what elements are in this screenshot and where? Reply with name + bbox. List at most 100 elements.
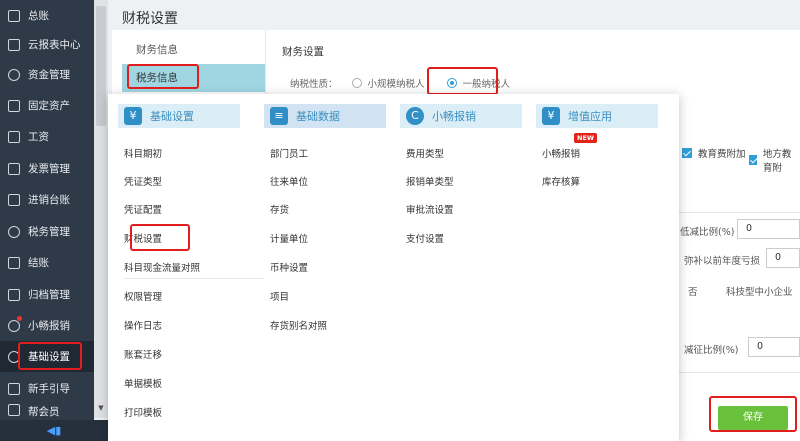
notification-dot — [17, 316, 22, 321]
menu-item-print-template[interactable]: 打印模板 — [124, 405, 162, 419]
asset-icon — [8, 99, 20, 112]
collapse-sidebar-button[interactable]: ◀▮ — [0, 420, 108, 441]
menu-item-inventory-accounting[interactable]: 库存核算 — [542, 174, 580, 188]
check-label: 地方教育附 — [762, 149, 792, 174]
check-education-surcharge[interactable]: 教育费附加 — [682, 146, 746, 160]
subnav-finance-info[interactable]: 财务信息 — [122, 36, 265, 64]
menu-item-document-template[interactable]: 单据模板 — [124, 376, 162, 390]
menu-column-title: 增值应用 — [568, 110, 612, 123]
sidebar-item-reimburse[interactable]: 小畅报销 — [0, 310, 94, 341]
member-icon — [8, 404, 20, 416]
menu-item-voucher-config[interactable]: 凭证配置 — [124, 202, 162, 216]
menu-column-header: ¥ 增值应用 — [536, 104, 658, 128]
menu-column-reimburse: C 小畅报销 费用类型 报销单类型 审批流设置 支付设置 — [400, 104, 522, 245]
sidebar-item-ledger[interactable]: 总账 — [0, 0, 94, 31]
sidebar-item-label: 工资 — [28, 131, 49, 143]
menu-item-project[interactable]: 项目 — [270, 289, 289, 303]
menu-item-approval-flow[interactable]: 审批流设置 — [406, 202, 454, 216]
sidebar-item-fund[interactable]: 资金管理 — [0, 59, 94, 90]
menu-item-units[interactable]: 计量单位 — [270, 231, 308, 245]
sidebar-item-label: 资金管理 — [28, 69, 70, 81]
menu-item-voucher-type[interactable]: 凭证类型 — [124, 174, 162, 188]
archive-icon — [8, 288, 20, 301]
menu-item-reimburse-type[interactable]: 报销单类型 — [406, 174, 454, 188]
check-local-education[interactable]: 地方教育附 — [749, 146, 800, 174]
menu-column-title: 基础数据 — [296, 110, 340, 123]
sidebar-item-label: 固定资产 — [28, 100, 70, 112]
menu-column-title: 基础设置 — [150, 110, 194, 123]
menu-item-stock[interactable]: 存货 — [270, 202, 289, 216]
highlight-tax-info — [127, 64, 199, 89]
sidebar-item-invoice[interactable]: 发票管理 — [0, 153, 94, 184]
divider — [679, 212, 800, 213]
reduce-ratio-label: 低减比例(%) — [680, 227, 735, 238]
menu-item-subject-opening[interactable]: 科目期初 — [124, 146, 162, 160]
deduct-ratio-input[interactable]: 0 — [748, 337, 800, 357]
sidebar-item-fixed-assets[interactable]: 固定资产 — [0, 90, 94, 121]
sidebar-item-archive[interactable]: 归档管理 — [0, 279, 94, 310]
money-icon — [8, 68, 20, 81]
sidebar-item-guide[interactable]: 新手引导 — [0, 373, 94, 404]
sidebar-item-label: 税务管理 — [28, 226, 70, 238]
loss-input[interactable]: 0 — [766, 248, 800, 268]
menu-divider — [124, 278, 264, 279]
sidebar: 总账 云报表中心 资金管理 固定资产 工资 发票管理 进销台账 税务管理 结账 … — [0, 0, 94, 441]
sidebar-item-label: 新手引导 — [28, 383, 70, 395]
reimburse-brand-icon: C — [406, 107, 424, 125]
ledger-icon — [8, 9, 20, 22]
invoice-icon — [8, 162, 20, 175]
section-title: 财务设置 — [282, 46, 324, 58]
radio-small-scale[interactable] — [351, 78, 362, 88]
sidebar-item-member[interactable]: 帮会员 — [0, 404, 94, 420]
highlight-tax-settings-item — [130, 224, 190, 251]
sidebar-item-close-books[interactable]: 结账 — [0, 247, 94, 278]
menu-item-expense-type[interactable]: 费用类型 — [406, 146, 444, 160]
menu-item-account-migration[interactable]: 账套迁移 — [124, 347, 162, 361]
sidebar-item-tax[interactable]: 税务管理 — [0, 216, 94, 247]
highlight-save-button — [709, 396, 797, 432]
guide-icon — [8, 382, 20, 395]
menu-item-payment-settings[interactable]: 支付设置 — [406, 231, 444, 245]
sidebar-item-label: 总账 — [28, 10, 49, 22]
menu-item-cashflow-mapping[interactable]: 科目现金流量对照 — [124, 260, 200, 274]
menu-column-header: ≡ 基础数据 — [264, 104, 386, 128]
sidebar-item-label: 帮会员 — [28, 406, 60, 418]
value-added-icon: ¥ — [542, 107, 560, 125]
divider — [679, 372, 800, 373]
taxpayer-label: 纳税性质： — [290, 79, 338, 90]
menu-column-basic-settings: ¥ 基础设置 科目期初 凭证类型 凭证配置 财税设置 科目现金流量对照 权限管理 … — [118, 104, 264, 419]
check-label: 教育费附加 — [698, 149, 746, 160]
close-books-icon — [8, 256, 20, 269]
deduct-ratio-label: 减征比例(%) — [684, 345, 739, 356]
menu-column-header: C 小畅报销 — [400, 104, 522, 128]
menu-item-partners[interactable]: 往来单位 — [270, 174, 308, 188]
highlight-general-taxpayer — [427, 67, 498, 95]
menu-column-title: 小畅报销 — [432, 110, 476, 123]
sidebar-item-label: 归档管理 — [28, 289, 70, 301]
page-title: 财税设置 — [122, 11, 178, 27]
scroll-down-arrow-icon[interactable]: ▼ — [96, 404, 106, 414]
menu-item-operation-log[interactable]: 操作日志 — [124, 318, 162, 332]
sidebar-scroll-thumb[interactable] — [96, 6, 106, 126]
sidebar-item-inventory[interactable]: 进销台账 — [0, 184, 94, 215]
menu-column-basic-data: ≡ 基础数据 部门员工 往来单位 存货 计量单位 币种设置 项目 存货别名对照 — [264, 104, 386, 332]
menu-column-header: ¥ 基础设置 — [118, 104, 240, 128]
sidebar-item-label: 发票管理 — [28, 163, 70, 175]
basic-settings-icon: ¥ — [124, 107, 142, 125]
reduce-ratio-input[interactable]: 0 — [737, 219, 800, 239]
tech-sme-label: 科技型中小企业 — [726, 287, 793, 298]
tax-icon — [8, 225, 20, 238]
sidebar-item-report-center[interactable]: 云报表中心 — [0, 29, 94, 60]
sidebar-item-salary[interactable]: 工资 — [0, 121, 94, 152]
radio-small-scale-label: 小规模纳税人 — [367, 79, 425, 90]
collapse-icon: ◀▮ — [46, 424, 62, 437]
checkbox-checked-icon — [682, 148, 692, 158]
menu-item-departments[interactable]: 部门员工 — [270, 146, 308, 160]
checkbox-checked-icon — [749, 155, 757, 165]
menu-item-permissions[interactable]: 权限管理 — [124, 289, 162, 303]
menu-item-xiaochang-reimburse[interactable]: 小畅报销 — [542, 146, 580, 160]
inventory-icon — [8, 193, 20, 206]
menu-item-stock-alias[interactable]: 存货别名对照 — [270, 318, 327, 332]
menu-item-currency[interactable]: 币种设置 — [270, 260, 308, 274]
sidebar-item-label: 进销台账 — [28, 194, 70, 206]
